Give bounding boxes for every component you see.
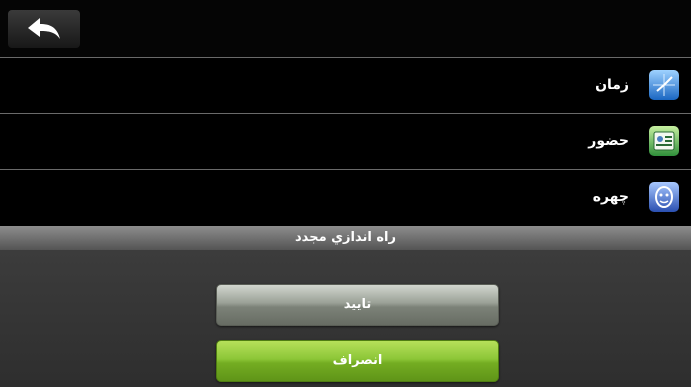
attendance-icon (649, 126, 679, 156)
menu-item-label: چهره (592, 189, 629, 205)
menu-item-face[interactable]: چهره (0, 169, 691, 225)
back-arrow-icon (28, 18, 60, 39)
back-button[interactable] (8, 10, 80, 48)
top-bar (0, 0, 691, 57)
menu-item-time[interactable]: زمان (0, 57, 691, 113)
dialog-title: راه اندازي مجدد (295, 230, 396, 245)
menu-item-label: حضور (588, 133, 629, 149)
face-icon (649, 182, 679, 212)
menu-item-attendance[interactable]: حضور (0, 113, 691, 169)
confirm-button[interactable]: تاييد (216, 284, 499, 326)
menu-item-label: زمان (595, 77, 629, 93)
cancel-button[interactable]: انصراف (216, 340, 499, 382)
clock-icon (649, 70, 679, 100)
restart-dialog: راه اندازي مجدد تاييد انصراف (0, 226, 691, 387)
